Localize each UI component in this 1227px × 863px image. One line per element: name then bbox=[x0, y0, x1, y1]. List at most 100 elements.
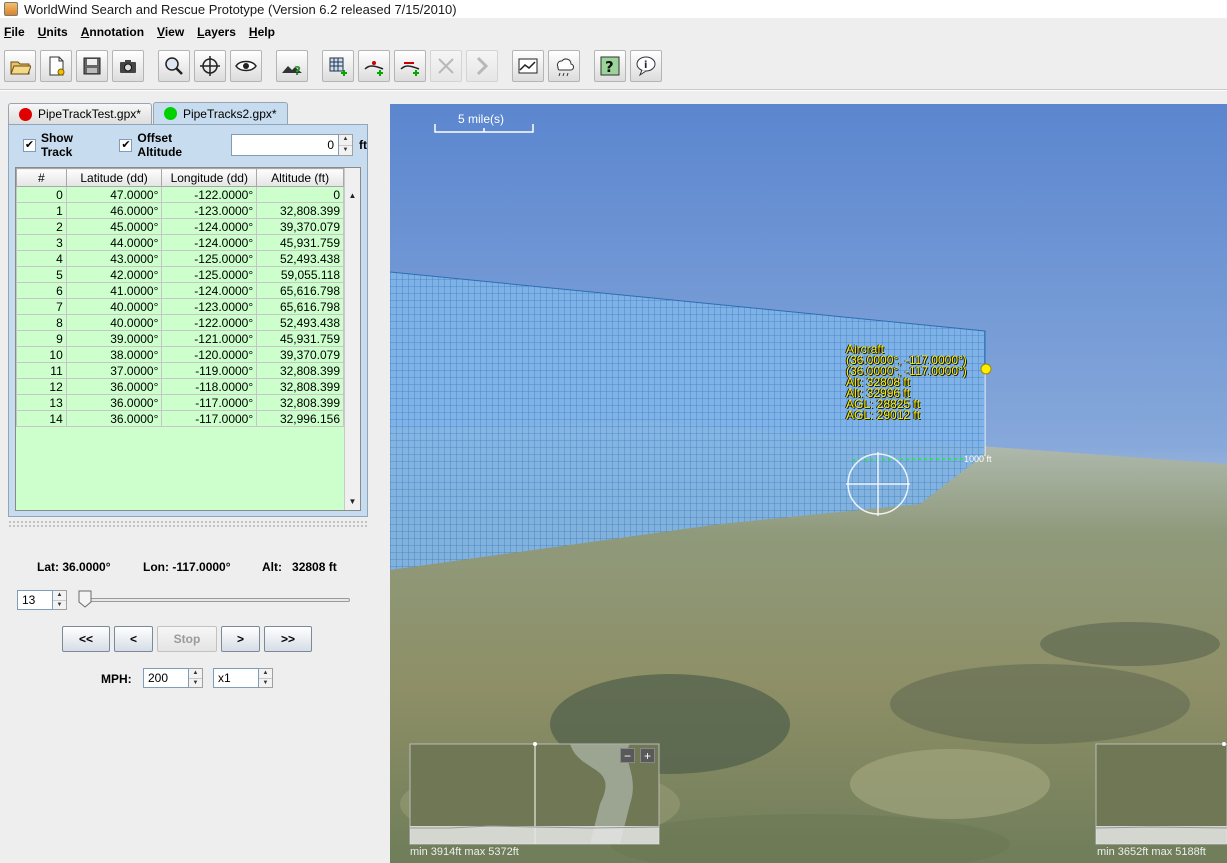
multiplier-spinner[interactable]: x1 ▲ ▼ bbox=[213, 668, 273, 688]
cell-index[interactable]: 14 bbox=[16, 410, 67, 427]
spin-up-icon[interactable]: ▲ bbox=[53, 591, 66, 600]
cell-longitude[interactable]: -119.0000° bbox=[161, 362, 258, 379]
menu-annotation[interactable]: Annotation bbox=[81, 25, 144, 39]
table-row[interactable]: 2 45.0000° -124.0000° 39,370.079 bbox=[16, 218, 344, 235]
cell-latitude[interactable]: 47.0000° bbox=[65, 186, 163, 203]
table-row[interactable]: 11 37.0000° -119.0000° 32,808.399 bbox=[16, 362, 344, 379]
disabled-arrow-icon[interactable] bbox=[466, 50, 498, 82]
save-icon[interactable] bbox=[76, 50, 108, 82]
stop-button[interactable]: Stop bbox=[157, 626, 217, 652]
table-row[interactable]: 8 40.0000° -122.0000° 52,493.438 bbox=[16, 314, 344, 331]
cell-index[interactable]: 10 bbox=[16, 346, 67, 363]
profile-plus-button[interactable]: + bbox=[640, 748, 655, 763]
cell-altitude[interactable]: 32,808.399 bbox=[256, 378, 344, 395]
cell-latitude[interactable]: 36.0000° bbox=[65, 410, 163, 427]
cell-index[interactable]: 4 bbox=[16, 250, 67, 267]
cell-altitude[interactable]: 32,808.399 bbox=[256, 202, 344, 219]
mph-spinner[interactable]: 200 ▲ ▼ bbox=[143, 668, 203, 688]
menu-layers[interactable]: Layers bbox=[197, 25, 236, 39]
cell-latitude[interactable]: 40.0000° bbox=[65, 314, 163, 331]
mph-spin-buttons[interactable]: ▲ ▼ bbox=[189, 668, 203, 688]
cell-altitude[interactable]: 59,055.118 bbox=[256, 266, 344, 283]
open-folder-icon[interactable] bbox=[4, 50, 36, 82]
menu-units[interactable]: Units bbox=[38, 25, 68, 39]
cell-altitude[interactable]: 65,616.798 bbox=[256, 298, 344, 315]
table-row[interactable]: 0 47.0000° -122.0000° 0 bbox=[16, 186, 344, 203]
cell-latitude[interactable]: 42.0000° bbox=[65, 266, 163, 283]
step-forward-button[interactable]: > bbox=[221, 626, 260, 652]
cell-altitude[interactable]: 52,493.438 bbox=[256, 314, 344, 331]
table-row[interactable]: 9 39.0000° -121.0000° 45,931.759 bbox=[16, 330, 344, 347]
spin-down-icon[interactable]: ▼ bbox=[259, 677, 272, 688]
cell-latitude[interactable]: 37.0000° bbox=[65, 362, 163, 379]
cell-altitude[interactable]: 39,370.079 bbox=[256, 218, 344, 235]
scroll-up-icon[interactable]: ▲ bbox=[345, 188, 360, 204]
cell-index[interactable]: 6 bbox=[16, 282, 67, 299]
cell-altitude[interactable]: 32,996.156 bbox=[256, 410, 344, 427]
cell-altitude[interactable]: 45,931.759 bbox=[256, 330, 344, 347]
index-spinner[interactable]: 13 ▲ ▼ bbox=[17, 590, 67, 610]
cell-index[interactable]: 0 bbox=[16, 186, 67, 203]
cell-latitude[interactable]: 44.0000° bbox=[65, 234, 163, 251]
rewind-button[interactable]: << bbox=[62, 626, 110, 652]
camera-icon[interactable] bbox=[112, 50, 144, 82]
profile-minus-button[interactable]: − bbox=[620, 748, 635, 763]
cell-latitude[interactable]: 38.0000° bbox=[65, 346, 163, 363]
menu-help[interactable]: Help bbox=[249, 25, 275, 39]
cell-altitude[interactable]: 39,370.079 bbox=[256, 346, 344, 363]
table-row[interactable]: 5 42.0000° -125.0000° 59,055.118 bbox=[16, 266, 344, 283]
step-back-button[interactable]: < bbox=[114, 626, 153, 652]
spin-up-icon[interactable]: ▲ bbox=[189, 669, 202, 678]
cell-latitude[interactable]: 36.0000° bbox=[65, 394, 163, 411]
offset-altitude-field[interactable]: 0 bbox=[231, 134, 340, 156]
cell-longitude[interactable]: -125.0000° bbox=[161, 266, 258, 283]
multiplier-spin-buttons[interactable]: ▲ ▼ bbox=[259, 668, 273, 688]
cell-index[interactable]: 3 bbox=[16, 234, 67, 251]
cell-index[interactable]: 2 bbox=[16, 218, 67, 235]
tab-pipetracktest[interactable]: PipeTrackTest.gpx* bbox=[8, 103, 152, 124]
cell-index[interactable]: 5 bbox=[16, 266, 67, 283]
show-track-checkbox[interactable]: ✔ bbox=[23, 138, 36, 152]
offset-altitude-checkbox[interactable]: ✔ bbox=[119, 138, 133, 152]
zoom-to-icon[interactable] bbox=[158, 50, 190, 82]
table-scrollbar[interactable]: ▲ ▼ bbox=[344, 168, 360, 510]
scroll-down-icon[interactable]: ▼ bbox=[345, 494, 360, 510]
cell-altitude[interactable]: 65,616.798 bbox=[256, 282, 344, 299]
cell-altitude[interactable]: 32,808.399 bbox=[256, 394, 344, 411]
cell-index[interactable]: 13 bbox=[16, 394, 67, 411]
table-row[interactable]: 14 36.0000° -117.0000° 32,996.156 bbox=[16, 410, 344, 427]
spin-down-icon[interactable]: ▼ bbox=[189, 677, 202, 688]
cell-index[interactable]: 12 bbox=[16, 378, 67, 395]
column-header-latitude[interactable]: Latitude (dd) bbox=[65, 168, 163, 187]
mph-value[interactable]: 200 bbox=[143, 668, 189, 688]
cell-latitude[interactable]: 45.0000° bbox=[65, 218, 163, 235]
spin-up-icon[interactable]: ▲ bbox=[339, 135, 352, 145]
slider-thumb[interactable] bbox=[78, 590, 92, 608]
index-spin-buttons[interactable]: ▲ ▼ bbox=[53, 590, 67, 610]
table-row[interactable]: 3 44.0000° -124.0000° 45,931.759 bbox=[16, 234, 344, 251]
column-header-index[interactable]: # bbox=[16, 168, 67, 187]
cell-latitude[interactable]: 36.0000° bbox=[65, 378, 163, 395]
menu-view[interactable]: View bbox=[157, 25, 184, 39]
table-row[interactable]: 12 36.0000° -118.0000° 32,808.399 bbox=[16, 378, 344, 395]
offset-altitude-spinner[interactable]: ▲ ▼ bbox=[339, 134, 353, 156]
disabled-cross-icon[interactable] bbox=[430, 50, 462, 82]
column-header-altitude[interactable]: Altitude (ft) bbox=[256, 168, 344, 187]
spin-up-icon[interactable]: ▲ bbox=[259, 669, 272, 678]
grid-add-icon[interactable] bbox=[322, 50, 354, 82]
add-point-icon[interactable] bbox=[358, 50, 390, 82]
cell-altitude[interactable]: 32,808.399 bbox=[256, 362, 344, 379]
cell-altitude[interactable]: 52,493.438 bbox=[256, 250, 344, 267]
new-file-icon[interactable] bbox=[40, 50, 72, 82]
cell-longitude[interactable]: -123.0000° bbox=[161, 298, 258, 315]
globe-view[interactable]: 5 mile(s) Aircraft (36.0000°, -117.0000°… bbox=[390, 104, 1227, 863]
cell-latitude[interactable]: 43.0000° bbox=[65, 250, 163, 267]
speech-bubble-icon[interactable]: i bbox=[630, 50, 662, 82]
multiplier-value[interactable]: x1 bbox=[213, 668, 259, 688]
cell-longitude[interactable]: -121.0000° bbox=[161, 330, 258, 347]
terrain-help-icon[interactable]: ? bbox=[276, 50, 308, 82]
eye-icon[interactable] bbox=[230, 50, 262, 82]
cell-latitude[interactable]: 40.0000° bbox=[65, 298, 163, 315]
cell-index[interactable]: 9 bbox=[16, 330, 67, 347]
cell-longitude[interactable]: -122.0000° bbox=[161, 314, 258, 331]
